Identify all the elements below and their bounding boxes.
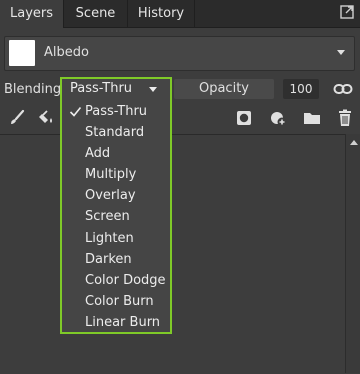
blending-mode-menu: Pass-Thru Pass-Thru Standard Add Multipl…	[60, 77, 172, 334]
fill-bucket-icon[interactable]	[38, 109, 56, 127]
blend-option-multiply[interactable]: Multiply	[62, 165, 170, 186]
menu-item-label: Add	[85, 146, 111, 161]
checkmark-icon	[69, 106, 82, 117]
opacity-label: Opacity	[198, 81, 249, 96]
detach-panel-icon[interactable]	[340, 5, 354, 19]
layers-list[interactable]	[0, 134, 345, 374]
tab-layers-label: Layers	[9, 6, 54, 21]
channel-dropdown[interactable]: Albedo	[4, 36, 355, 71]
trash-icon[interactable]	[336, 109, 354, 127]
tab-history-label: History	[137, 6, 185, 21]
layer-toolbar	[0, 104, 360, 132]
menu-item-label: Color Burn	[85, 294, 154, 309]
blend-option-color-burn[interactable]: Color Burn	[62, 292, 170, 313]
tab-scene-label: Scene	[75, 6, 116, 21]
menu-item-label: Darken	[85, 252, 132, 267]
menu-item-label: Color Dodge	[85, 273, 166, 288]
panel-tab-bar: Layers Scene History	[0, 0, 360, 28]
blending-menu-current: Pass-Thru	[70, 81, 133, 96]
tab-layers[interactable]: Layers	[0, 0, 63, 28]
blending-row: Blending Pass-Thru Opacity 100	[0, 76, 360, 102]
blend-option-add[interactable]: Add	[62, 144, 170, 165]
blend-option-pass-thru[interactable]: Pass-Thru	[62, 102, 170, 123]
channel-color-swatch[interactable]	[9, 40, 35, 66]
blend-option-darken[interactable]: Darken	[62, 250, 170, 271]
blend-option-lighten[interactable]: Lighten	[62, 229, 170, 250]
menu-item-label: Pass-Thru	[85, 104, 148, 119]
channel-label: Albedo	[44, 45, 89, 60]
tab-divider	[194, 0, 195, 27]
chevron-down-icon	[337, 50, 345, 55]
blending-menu-header[interactable]: Pass-Thru	[62, 79, 170, 101]
menu-item-label: Screen	[85, 209, 130, 224]
menu-item-label: Overlay	[85, 188, 136, 203]
menu-item-label: Multiply	[85, 167, 137, 182]
blend-option-color-dodge[interactable]: Color Dodge	[62, 271, 170, 292]
paint-brush-icon[interactable]	[8, 109, 26, 127]
menu-item-label: Lighten	[85, 231, 134, 246]
add-effect-icon[interactable]	[269, 109, 287, 127]
menu-item-label: Linear Burn	[85, 315, 161, 330]
tab-history[interactable]: History	[128, 0, 194, 27]
menu-item-label: Standard	[85, 125, 145, 140]
blend-option-standard[interactable]: Standard	[62, 123, 170, 144]
mask-icon[interactable]	[235, 109, 253, 127]
opacity-value-field[interactable]: 100	[283, 79, 319, 99]
blending-label: Blending	[4, 82, 62, 97]
link-icon[interactable]	[333, 82, 353, 96]
blend-option-screen[interactable]: Screen	[62, 207, 170, 228]
opacity-slider[interactable]: Opacity	[174, 79, 274, 99]
blend-option-overlay[interactable]: Overlay	[62, 186, 170, 207]
layers-scrollbar[interactable]	[345, 134, 360, 373]
scroll-up-arrow-icon[interactable]	[350, 140, 358, 145]
blend-option-linear-burn[interactable]: Linear Burn	[62, 313, 170, 334]
chevron-down-icon	[149, 87, 157, 92]
folder-icon[interactable]	[303, 109, 321, 127]
tab-scene[interactable]: Scene	[64, 0, 127, 27]
